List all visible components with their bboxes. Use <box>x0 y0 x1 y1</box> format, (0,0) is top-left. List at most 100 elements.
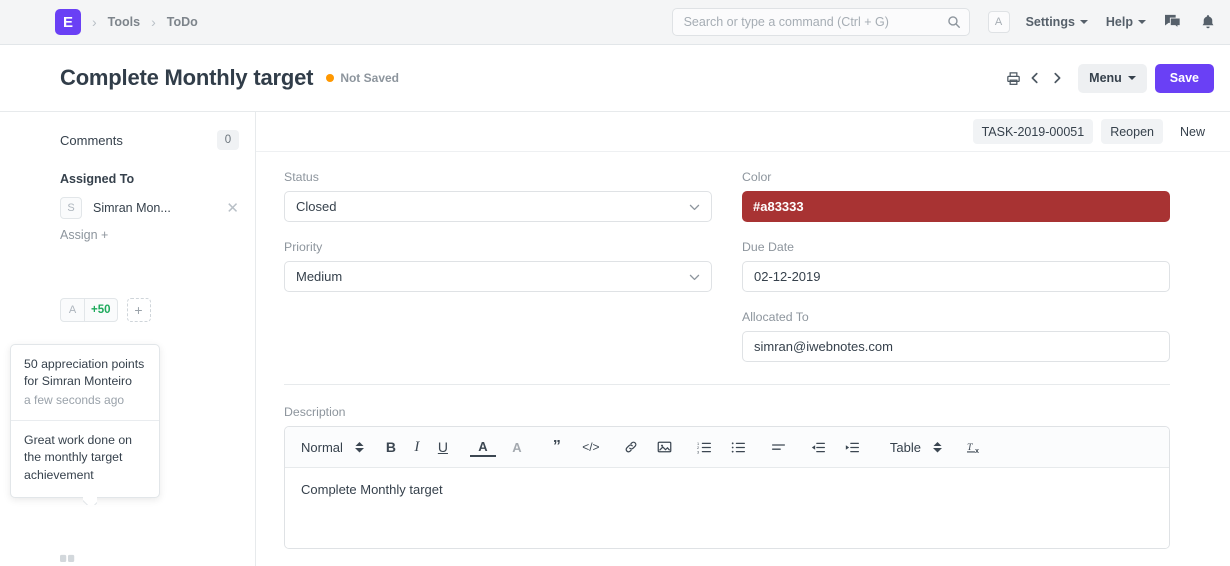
chevron-down-icon <box>1138 20 1146 24</box>
chat-icon[interactable] <box>1164 14 1182 30</box>
svg-text:x: x <box>975 446 979 454</box>
breadcrumb-item-todo[interactable]: ToDo <box>167 15 198 29</box>
new-button[interactable]: New <box>1171 119 1214 144</box>
status-select[interactable] <box>284 191 712 222</box>
code-icon[interactable]: </> <box>578 433 604 461</box>
highlight-color-icon[interactable]: A <box>504 433 530 461</box>
description-section: Description Normal B I U A <box>256 389 1230 549</box>
points-badge[interactable]: A +50 <box>60 298 118 322</box>
menu-button-label: Menu <box>1089 71 1122 85</box>
comments-label: Comments <box>60 133 123 148</box>
status-badge[interactable]: Not Saved <box>326 71 399 85</box>
assignee-avatar: S <box>60 197 82 219</box>
blockquote-icon[interactable]: ” <box>544 433 570 461</box>
appreciation-popover: 50 appreciation points for Simran Montei… <box>10 344 160 498</box>
assignee-item[interactable]: S Simran Mon... ✕ <box>60 197 239 219</box>
page-body: Comments 0 Assigned To S Simran Mon... ✕… <box>0 112 1230 566</box>
help-menu[interactable]: Help <box>1106 15 1146 29</box>
assign-button[interactable]: Assign + <box>60 228 239 242</box>
color-swatch-input[interactable]: #a83333 <box>742 191 1170 222</box>
bullet-list-icon[interactable] <box>726 433 752 461</box>
print-icon[interactable] <box>1002 64 1024 92</box>
comments-count: 0 <box>217 130 239 150</box>
settings-label: Settings <box>1026 15 1075 29</box>
form-column-left: Status Priority <box>284 170 712 380</box>
section-divider <box>284 384 1170 385</box>
status-label: Status <box>284 170 712 184</box>
allocated-to-input[interactable] <box>742 331 1170 362</box>
form-section: Status Priority <box>256 152 1230 389</box>
status-input[interactable] <box>284 191 712 222</box>
previous-icon[interactable] <box>1024 64 1046 92</box>
page-title: Complete Monthly target <box>60 65 313 91</box>
main-content: TASK-2019-00051 Reopen New Status <box>256 112 1230 566</box>
search-input[interactable] <box>672 8 970 36</box>
due-date-field: Due Date <box>742 240 1170 292</box>
bold-icon[interactable]: B <box>378 433 404 461</box>
attachment-icon[interactable] <box>60 553 76 562</box>
assigned-to-label: Assigned To <box>60 172 239 186</box>
text-color-icon[interactable]: A <box>470 438 496 457</box>
settings-menu[interactable]: Settings <box>1026 15 1088 29</box>
search-box[interactable] <box>672 8 970 36</box>
reopen-button[interactable]: Reopen <box>1101 119 1163 144</box>
breadcrumb-separator-icon: › <box>92 14 97 30</box>
navbar: E › Tools › ToDo A Settings Help <box>0 0 1230 45</box>
task-id-pill[interactable]: TASK-2019-00051 <box>973 119 1094 144</box>
sidebar: Comments 0 Assigned To S Simran Mon... ✕… <box>0 112 256 566</box>
format-dropdown[interactable]: Normal <box>299 440 366 455</box>
due-date-label: Due Date <box>742 240 1170 254</box>
outdent-icon[interactable] <box>806 433 832 461</box>
allocated-to-field: Allocated To <box>742 310 1170 362</box>
image-icon[interactable] <box>652 433 678 461</box>
menu-button[interactable]: Menu <box>1078 64 1147 93</box>
priority-field: Priority <box>284 240 712 292</box>
close-icon[interactable]: ✕ <box>226 201 239 216</box>
priority-label: Priority <box>284 240 712 254</box>
italic-icon[interactable]: I <box>404 433 430 461</box>
next-icon[interactable] <box>1046 64 1068 92</box>
underline-icon[interactable]: U <box>430 433 456 461</box>
sidebar-gap <box>60 242 239 298</box>
comments-row[interactable]: Comments 0 <box>60 130 239 150</box>
bell-icon[interactable] <box>1200 14 1216 30</box>
navbar-right: A Settings Help <box>988 11 1216 33</box>
chevron-down-icon <box>1128 76 1136 80</box>
align-icon[interactable] <box>766 433 792 461</box>
popover-entry: Great work done on the monthly target ac… <box>11 420 159 497</box>
indent-icon[interactable] <box>840 433 866 461</box>
color-field: Color #a83333 <box>742 170 1170 222</box>
allocated-to-label: Allocated To <box>742 310 1170 324</box>
popover-entry-text: 50 appreciation points for Simran Montei… <box>24 356 146 391</box>
popover-arrow-icon <box>83 497 97 505</box>
status-dot-icon <box>326 74 334 82</box>
status-field: Status <box>284 170 712 222</box>
clear-formatting-icon[interactable]: T x <box>962 433 988 461</box>
stepper-icon <box>355 442 364 453</box>
stepper-icon <box>933 442 942 453</box>
priority-input[interactable] <box>284 261 712 292</box>
breadcrumb-item-tools[interactable]: Tools <box>108 15 140 29</box>
points-avatar: A <box>61 299 85 321</box>
link-icon[interactable] <box>618 433 644 461</box>
color-label: Color <box>742 170 1170 184</box>
description-content[interactable]: Complete Monthly target <box>285 468 1169 548</box>
page-header-actions: Menu Save <box>1002 64 1214 93</box>
table-dropdown[interactable]: Table <box>888 440 944 455</box>
record-toolbar: TASK-2019-00051 Reopen New <box>256 112 1230 152</box>
add-points-button[interactable]: + <box>127 298 151 322</box>
ordered-list-icon[interactable]: 1 2 3 <box>692 433 718 461</box>
table-dropdown-label: Table <box>890 440 921 455</box>
points-row: A +50 + <box>60 298 239 322</box>
assignee-name: Simran Mon... <box>93 201 215 215</box>
status-badge-label: Not Saved <box>340 71 399 85</box>
priority-select[interactable] <box>284 261 712 292</box>
app-logo[interactable]: E <box>55 9 81 35</box>
save-button[interactable]: Save <box>1155 64 1214 93</box>
search-icon[interactable] <box>947 15 961 29</box>
breadcrumb-separator-icon: › <box>151 14 156 30</box>
popover-entry-time: a few seconds ago <box>24 393 146 407</box>
user-avatar[interactable]: A <box>988 11 1010 33</box>
form-grid: Status Priority <box>284 170 1170 380</box>
due-date-input[interactable] <box>742 261 1170 292</box>
